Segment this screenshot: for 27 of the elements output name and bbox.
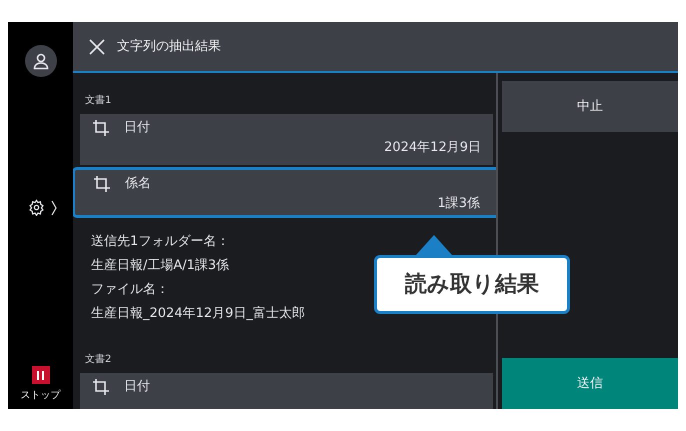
detail-line: 生産日報/工場A/1課3係: [91, 257, 230, 275]
crop-icon: [92, 378, 110, 396]
callout-label: 読み取り結果: [374, 255, 570, 314]
field-name: 日付: [124, 119, 150, 137]
field-value: 2024年12月9日: [384, 138, 481, 156]
cancel-button[interactable]: 中止: [502, 81, 678, 132]
stop-button[interactable]: ストップ: [20, 366, 60, 403]
crop-icon: [93, 174, 111, 193]
send-button[interactable]: 送信: [502, 358, 678, 409]
close-icon[interactable]: [89, 38, 105, 54]
pause-icon: [32, 366, 50, 384]
window-title: 文字列の抽出結果: [117, 38, 221, 56]
detail-line: 生産日報_2024年12月9日_富士太郎: [91, 305, 305, 323]
crop-icon: [92, 118, 110, 137]
settings-icon[interactable]: [28, 199, 45, 216]
chevron-right-icon[interactable]: [51, 200, 57, 216]
field-name: 係名: [125, 175, 151, 193]
detail-line: 送信先1フォルダー名：: [91, 233, 230, 251]
document-label: 文書1: [85, 94, 112, 108]
document-label: 文書2: [85, 352, 112, 367]
field-value: 1課3係: [437, 194, 480, 212]
extracted-field-row[interactable]: 係名 1課3係: [73, 167, 496, 218]
extracted-field-row[interactable]: 日付: [80, 373, 493, 409]
user-icon[interactable]: [24, 45, 56, 77]
detail-line: ファイル名：: [91, 281, 169, 299]
field-name: 日付: [124, 378, 150, 396]
extracted-field-row[interactable]: 日付 2024年12月9日: [80, 114, 493, 165]
